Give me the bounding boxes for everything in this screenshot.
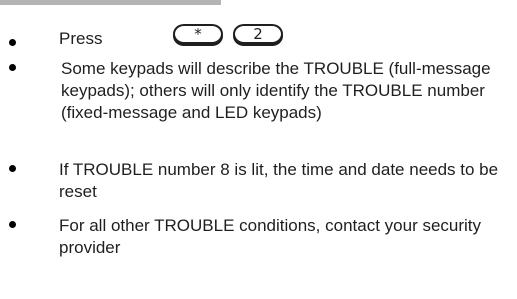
section-header-band [0,0,221,5]
bullet-icon [9,165,16,172]
star-key-icon: * [173,24,223,44]
press-instruction: Press * 2 [59,24,509,50]
press-label: Press [59,29,103,48]
bullet-icon [9,64,16,71]
key-sequence: * 2 [173,24,293,48]
two-key-icon: 2 [233,24,283,44]
list-item-text: For all other TROUBLE conditions, contac… [59,216,482,257]
list-item-text: Some keypads will describe the TROUBLE (… [61,59,491,122]
list-item-text: If TROUBLE number 8 is lit, the time and… [59,160,499,201]
bullet-icon [9,39,16,46]
bullet-icon [9,221,16,228]
